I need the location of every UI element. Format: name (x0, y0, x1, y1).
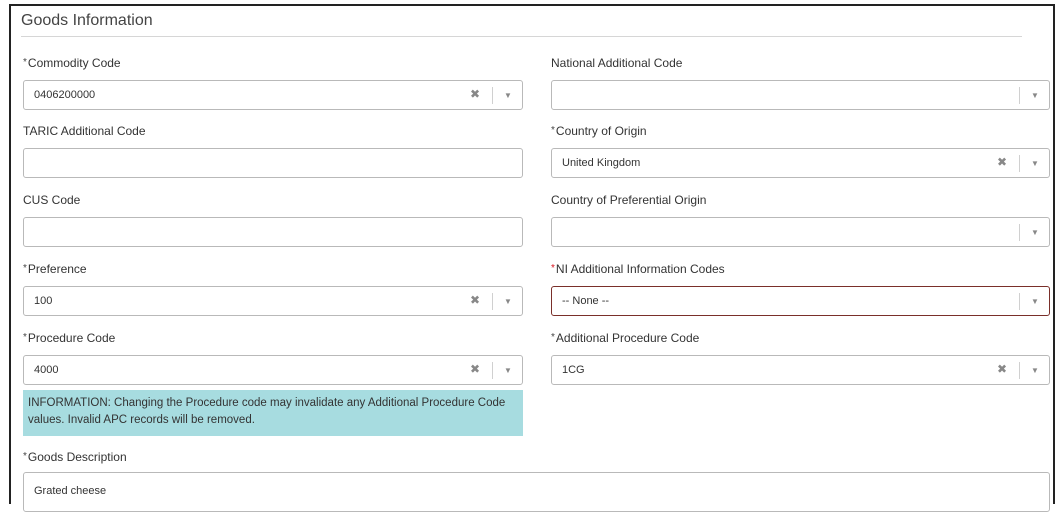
chevron-down-icon[interactable]: ▼ (501, 293, 515, 310)
goods-description-textarea[interactable]: Grated cheese (23, 472, 1050, 512)
ni-additional-information-codes-label: *NI Additional Information Codes (551, 262, 725, 276)
commodity-code-select[interactable]: 0406200000 ✖ ▼ (23, 80, 523, 110)
select-divider (1019, 293, 1020, 310)
procedure-code-info-banner: INFORMATION: Changing the Procedure code… (23, 390, 523, 436)
clear-icon[interactable]: ✖ (470, 87, 480, 101)
section-divider (21, 36, 1022, 37)
country-of-origin-label: *Country of Origin (551, 124, 647, 138)
required-marker: * (551, 263, 555, 274)
cus-code-input[interactable] (23, 217, 523, 247)
select-divider (492, 293, 493, 310)
additional-procedure-code-select[interactable]: 1CG ✖ ▼ (551, 355, 1050, 385)
required-marker: * (23, 451, 27, 462)
commodity-code-value: 0406200000 (34, 89, 96, 101)
additional-procedure-code-value: 1CG (562, 364, 585, 376)
procedure-code-label: *Procedure Code (23, 331, 116, 345)
chevron-down-icon[interactable]: ▼ (501, 362, 515, 379)
chevron-down-icon[interactable]: ▼ (501, 87, 515, 104)
taric-additional-code-input[interactable] (23, 148, 523, 178)
country-of-origin-select[interactable]: United Kingdom ✖ ▼ (551, 148, 1050, 178)
select-divider (1019, 87, 1020, 104)
required-marker: * (551, 332, 555, 343)
preference-label: *Preference (23, 262, 87, 276)
chevron-down-icon[interactable]: ▼ (1028, 155, 1042, 172)
chevron-down-icon[interactable]: ▼ (1028, 224, 1042, 241)
procedure-code-select[interactable]: 4000 ✖ ▼ (23, 355, 523, 385)
select-divider (1019, 362, 1020, 379)
country-of-origin-value: United Kingdom (562, 157, 641, 169)
ni-additional-information-codes-value: -- None -- (562, 295, 610, 307)
section-title: Goods Information (21, 12, 153, 29)
select-divider (492, 362, 493, 379)
required-marker: * (23, 332, 27, 343)
national-additional-code-select[interactable]: ▼ (551, 80, 1050, 110)
goods-description-label: *Goods Description (23, 450, 127, 464)
clear-icon[interactable]: ✖ (997, 155, 1007, 169)
commodity-code-label: *Commodity Code (23, 56, 121, 70)
preference-value: 100 (34, 295, 53, 307)
country-of-preferential-origin-select[interactable]: ▼ (551, 217, 1050, 247)
goods-description-value: Grated cheese (34, 485, 107, 497)
required-marker: * (23, 57, 27, 68)
select-divider (1019, 155, 1020, 172)
taric-additional-code-label: TARIC Additional Code (23, 124, 146, 138)
required-marker: * (551, 125, 555, 136)
clear-icon[interactable]: ✖ (470, 293, 480, 307)
procedure-code-value: 4000 (34, 364, 59, 376)
preference-select[interactable]: 100 ✖ ▼ (23, 286, 523, 316)
chevron-down-icon[interactable]: ▼ (1028, 362, 1042, 379)
country-of-preferential-origin-label: Country of Preferential Origin (551, 193, 707, 207)
chevron-down-icon[interactable]: ▼ (1028, 293, 1042, 310)
required-marker: * (23, 263, 27, 274)
chevron-down-icon[interactable]: ▼ (1028, 87, 1042, 104)
ni-additional-information-codes-select[interactable]: -- None -- ▼ (551, 286, 1050, 316)
additional-procedure-code-label: *Additional Procedure Code (551, 331, 700, 345)
national-additional-code-label: National Additional Code (551, 56, 683, 70)
clear-icon[interactable]: ✖ (470, 362, 480, 376)
clear-icon[interactable]: ✖ (997, 362, 1007, 376)
select-divider (492, 87, 493, 104)
select-divider (1019, 224, 1020, 241)
cus-code-label: CUS Code (23, 193, 81, 207)
